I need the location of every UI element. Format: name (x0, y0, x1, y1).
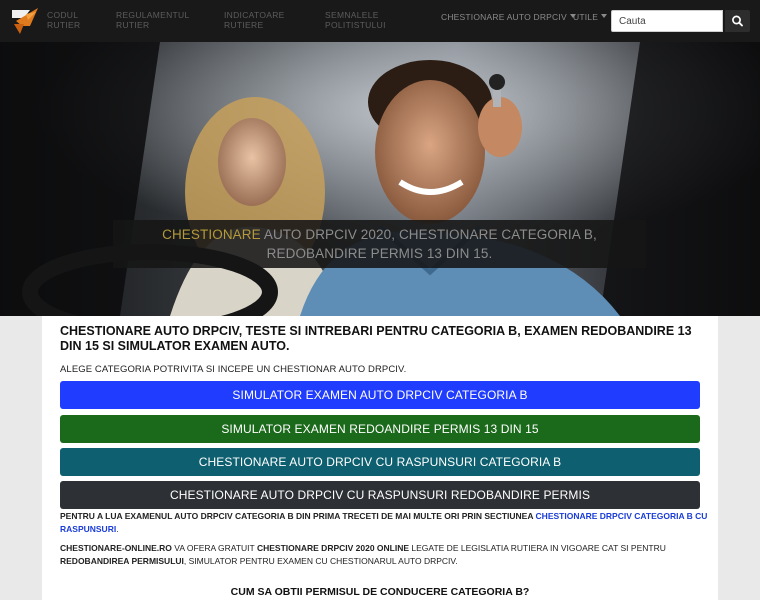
simulator-redobandire-button[interactable]: SIMULATOR EXAMEN REDOANDIRE PERMIS 13 DI… (60, 415, 700, 443)
nav-dropdown-utile[interactable]: UTILE (573, 12, 608, 22)
info-paragraph-2: CHESTIONARE-ONLINE.RO VA OFERA GRATUIT C… (60, 542, 710, 567)
main-content: CHESTIONARE AUTO DRPCIV, TESTE SI INTREB… (42, 316, 718, 600)
page-title: CHESTIONARE AUTO DRPCIV, TESTE SI INTREB… (60, 324, 692, 353)
caption-text: AUTO DRPCIV 2020, CHESTIONARE CATEGORIA … (260, 227, 597, 261)
site-logo-icon[interactable] (10, 4, 40, 36)
navbar: CODUL RUTIER REGULAMENTUL RUTIER INDICAT… (0, 0, 760, 42)
nav-label: RUTIER (47, 20, 81, 30)
paragraph-text: LEGATE DE LEGISLATIA RUTIERA IN VIGOARE … (409, 543, 666, 553)
nav-dropdown-chestionare[interactable]: CHESTIONARE AUTO DRPCIV (441, 12, 576, 22)
nav-semnalele-politistului[interactable]: SEMNALELE POLITISTULUI (325, 10, 386, 30)
dropdown-label: UTILE (573, 12, 599, 22)
lead-text: ALEGE CATEGORIA POTRIVITA SI INCEPE UN C… (60, 364, 407, 375)
nav-codul-rutier[interactable]: CODUL RUTIER (47, 10, 80, 30)
nav-label: REGULAMENTUL (116, 10, 190, 20)
nav-regulamentul-rutier[interactable]: REGULAMENTUL RUTIER (116, 10, 190, 30)
nav-label: INDICATOARE (224, 10, 285, 20)
section-heading: CUM SA OBTII PERMISUL DE CONDUCERE CATEG… (230, 586, 530, 598)
dropdown-label: CHESTIONARE AUTO DRPCIV (441, 12, 567, 22)
chestionare-redobandire-button[interactable]: CHESTIONARE AUTO DRPCIV CU RASPUNSURI RE… (60, 481, 700, 509)
search-icon (732, 15, 743, 27)
hero-banner: CHESTIONARE AUTO DRPCIV 2020, CHESTIONAR… (0, 42, 760, 316)
hero-photo (0, 42, 760, 316)
paragraph-text: PENTRU A LUA EXAMENUL AUTO DRPCIV CATEGO… (60, 511, 536, 521)
paragraph-text: VA OFERA GRATUIT (171, 543, 257, 553)
info-paragraph-1: PENTRU A LUA EXAMENUL AUTO DRPCIV CATEGO… (60, 510, 710, 535)
paragraph-bold: REDOBANDIREA PERMISULUI (60, 555, 184, 566)
caption-highlight: CHESTIONARE (162, 227, 261, 242)
paragraph-bold: CHESTIONARE DRPCIV 2020 ONLINE (256, 543, 410, 553)
nav-label: RUTIERE (224, 20, 264, 30)
search-button[interactable] (725, 10, 750, 32)
simulator-categoria-b-button[interactable]: SIMULATOR EXAMEN AUTO DRPCIV CATEGORIA B (60, 381, 700, 409)
nav-label: SEMNALELE (325, 10, 379, 20)
nav-label: POLITISTULUI (325, 20, 386, 30)
nav-label: RUTIER (116, 20, 150, 30)
nav-indicatoare-rutiere[interactable]: INDICATOARE RUTIERE (224, 10, 285, 30)
caret-down-icon (601, 14, 608, 18)
paragraph-text: . (116, 523, 119, 534)
search-input[interactable] (611, 10, 723, 32)
chestionare-categoria-b-button[interactable]: CHESTIONARE AUTO DRPCIV CU RASPUNSURI CA… (60, 448, 700, 476)
paragraph-text: , SIMULATOR PENTRU EXAMEN CU CHESTIONARU… (183, 555, 458, 566)
nav-label: CODUL (47, 10, 79, 20)
hero-caption: CHESTIONARE AUTO DRPCIV 2020, CHESTIONAR… (113, 220, 646, 268)
site-name: CHESTIONARE-ONLINE.RO (60, 543, 172, 553)
